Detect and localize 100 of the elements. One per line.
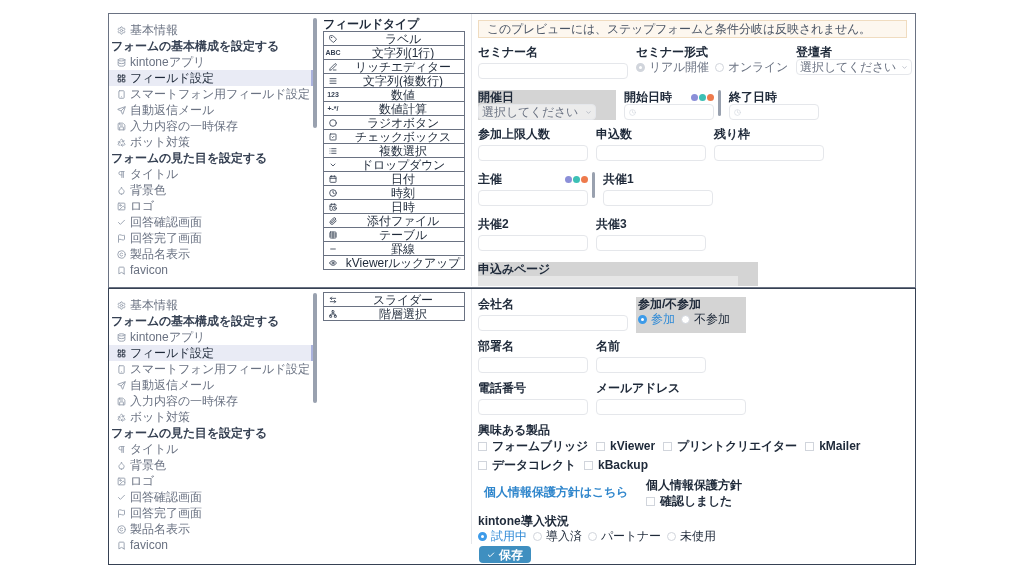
list-icon (329, 146, 337, 155)
field-label: 部署名 (478, 340, 514, 352)
checkbox[interactable] (478, 441, 487, 451)
bookmark-icon (117, 265, 126, 275)
sidebar-item[interactable]: タイトル (109, 441, 313, 457)
field-type-button[interactable]: kViewerルックアップ (323, 255, 465, 270)
text-field[interactable] (478, 399, 588, 415)
text-field[interactable] (478, 315, 628, 331)
sidebar-item[interactable]: 背景色 (109, 182, 313, 198)
field-label: 参加上限人数 (478, 128, 550, 140)
text-field[interactable] (478, 63, 628, 79)
sidebar-item[interactable]: 回答確認画面 (109, 489, 313, 505)
radio-button[interactable] (478, 531, 487, 541)
bookmark-icon (117, 540, 126, 550)
sidebar-item[interactable]: favicon (109, 537, 313, 553)
text-field[interactable] (596, 357, 706, 373)
sidebar-item[interactable]: 回答完了画面 (109, 230, 313, 246)
radio-button[interactable] (533, 531, 542, 541)
sidebar-item[interactable]: 回答完了画面 (109, 505, 313, 521)
sidebar-item[interactable]: 自動返信メール (109, 377, 313, 393)
sidebar-item[interactable]: 入力内容の一時保存 (109, 118, 313, 134)
field-label: 主催 (478, 173, 502, 185)
chevron-down-icon (901, 63, 908, 71)
option-label: フォームブリッジ (492, 438, 588, 455)
text-field[interactable] (478, 190, 588, 206)
droplet-icon (117, 185, 126, 195)
field-label: 終了日時 (729, 91, 777, 103)
policy-link[interactable]: 個人情報保護方針はこちら (484, 483, 628, 501)
field-label: 個人情報保護方針 (646, 479, 742, 491)
save-icon (117, 396, 126, 406)
text-field[interactable] (714, 145, 824, 161)
field-label: 名前 (596, 340, 620, 352)
pen-icon (329, 62, 337, 71)
database-icon (117, 332, 126, 342)
radio-button[interactable] (667, 531, 676, 541)
resize-handle[interactable] (718, 90, 721, 116)
clock-icon (734, 108, 741, 116)
text-field[interactable] (478, 145, 588, 161)
checkbox[interactable] (596, 441, 605, 451)
option-label: パートナー (601, 528, 661, 545)
save-button[interactable]: 保存 (479, 546, 531, 563)
sidebar-item[interactable]: ボット対策 (109, 134, 313, 150)
text-field[interactable] (478, 357, 588, 373)
sidebar-item[interactable]: 製品名表示 (109, 246, 313, 262)
sidebar-item[interactable]: タイトル (109, 166, 313, 182)
option-label: 導入済 (546, 528, 582, 545)
dropdown[interactable]: 選択してください (796, 59, 912, 75)
text-field[interactable] (478, 235, 588, 251)
flag-icon (117, 233, 126, 243)
field-label: 電話番号 (478, 382, 526, 394)
grid-icon (117, 73, 126, 83)
hierarchy-icon (329, 309, 337, 318)
text-field[interactable] (596, 399, 746, 415)
radio-button[interactable] (681, 314, 690, 324)
text-field[interactable] (596, 235, 706, 251)
checkbox[interactable] (478, 460, 487, 470)
sidebar-item[interactable]: フィールド設定 (109, 345, 313, 361)
sidebar-item[interactable]: kintoneアプリ (109, 54, 313, 70)
save-icon (117, 121, 126, 131)
time-field[interactable] (624, 104, 714, 120)
resize-handle[interactable] (592, 172, 595, 198)
field-label: 共催3 (596, 218, 627, 230)
sidebar-item[interactable]: スマートフォン用フィールド設定 (109, 361, 313, 377)
clock-icon (629, 108, 636, 116)
sidebar-item[interactable]: 回答確認画面 (109, 214, 313, 230)
lines-icon (329, 76, 337, 85)
sidebar-item[interactable]: ボット対策 (109, 409, 313, 425)
checkbox[interactable] (646, 496, 655, 506)
sidebar-item[interactable]: スマートフォン用フィールド設定 (109, 86, 313, 102)
radio-button[interactable] (588, 531, 597, 541)
field-label: 残り枠 (714, 128, 750, 140)
time-field[interactable] (729, 104, 819, 120)
option-label: オンライン (728, 59, 788, 76)
sidebar-item[interactable]: 基本情報 (109, 297, 313, 313)
text-field[interactable] (603, 190, 713, 206)
pilcrow-icon (117, 169, 126, 179)
droplet-icon (117, 460, 126, 470)
sidebar-item[interactable]: 基本情報 (109, 22, 313, 38)
field-label: 会社名 (478, 298, 514, 310)
text-field[interactable] (596, 145, 706, 161)
field-label: セミナー形式 (636, 46, 708, 58)
recycle-icon (117, 137, 126, 147)
grid-icon (117, 348, 126, 358)
sidebar-item[interactable]: 入力内容の一時保存 (109, 393, 313, 409)
sidebar-item[interactable]: フィールド設定 (109, 70, 313, 86)
checkbox[interactable] (805, 441, 815, 451)
sidebar-item[interactable]: 製品名表示 (109, 521, 313, 537)
option-label: 未使用 (680, 528, 716, 545)
sidebar-item[interactable]: ロゴ (109, 473, 313, 489)
sidebar-item[interactable]: favicon (109, 262, 313, 278)
checkbox[interactable] (584, 460, 593, 470)
sidebar-item[interactable]: 自動返信メール (109, 102, 313, 118)
checkbox[interactable] (663, 441, 673, 451)
sidebar-item[interactable]: kintoneアプリ (109, 329, 313, 345)
field-type-button[interactable]: 階層選択 (323, 306, 465, 321)
radio-button[interactable] (638, 314, 647, 324)
sidebar-item[interactable]: 背景色 (109, 457, 313, 473)
option-label: kViewer (610, 438, 656, 455)
paperclip-icon (329, 216, 337, 225)
sidebar-item[interactable]: ロゴ (109, 198, 313, 214)
